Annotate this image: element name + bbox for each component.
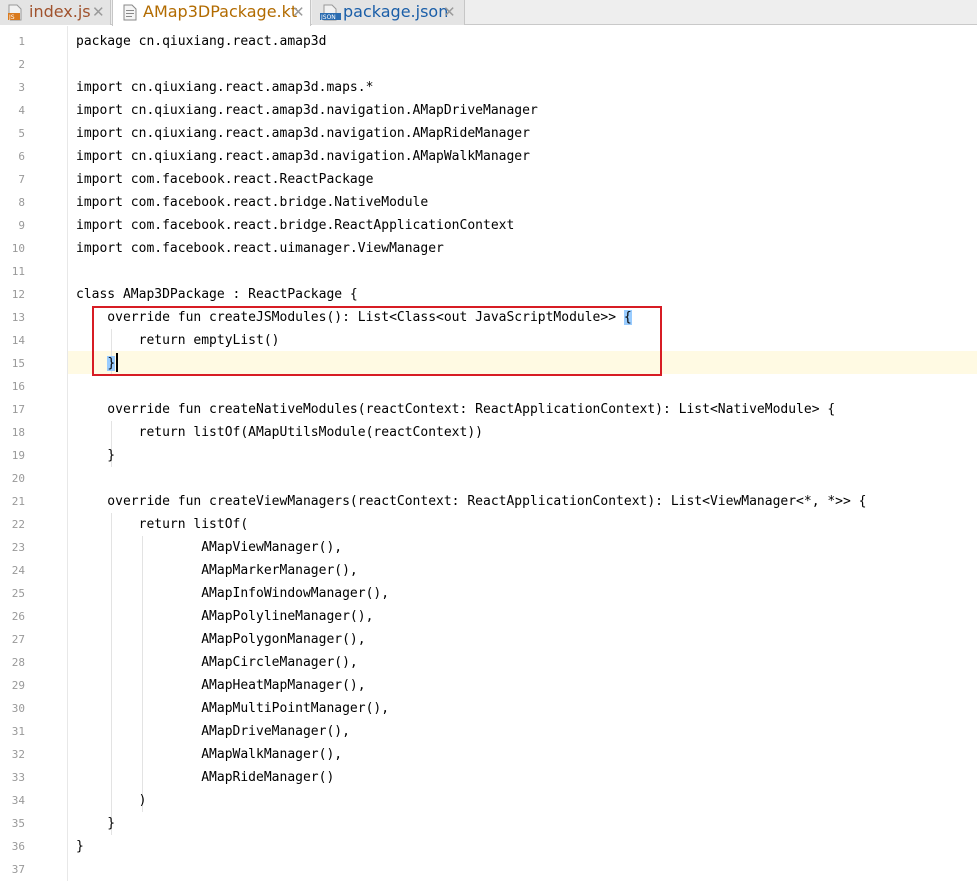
code-line: import com.facebook.react.uimanager.View… (76, 241, 444, 256)
code-text-area[interactable]: package cn.qiuxiang.react.amap3d import … (68, 26, 977, 881)
code-line: AMapPolylineManager(), (76, 609, 374, 624)
code-line: import cn.qiuxiang.react.amap3d.maps.* (76, 80, 374, 95)
line-number: 17 (11, 403, 25, 416)
code-line: AMapViewManager(), (76, 540, 343, 555)
line-number: 16 (11, 380, 25, 393)
line-number: 13 (11, 311, 25, 324)
code-line: AMapDriveManager(), (76, 724, 350, 739)
code-line: AMapMarkerManager(), (76, 563, 358, 578)
svg-text:JS: JS (8, 14, 15, 21)
line-number: 1 (18, 35, 25, 48)
line-number: 14 (11, 334, 25, 347)
line-number: 19 (11, 449, 25, 462)
code-line: AMapPolygonManager(), (76, 632, 366, 647)
line-number: 30 (11, 702, 25, 715)
close-icon[interactable]: ✕ (443, 0, 456, 24)
tab-label: AMap3DPackage.kt (143, 2, 298, 21)
line-number: 28 (11, 656, 25, 669)
code-line: AMapMultiPointManager(), (76, 701, 390, 716)
code-line: } (76, 448, 116, 463)
tab-label: package.json (343, 2, 449, 21)
code-line: import com.facebook.react.bridge.ReactAp… (76, 218, 515, 233)
line-number: 2 (18, 58, 25, 71)
line-number: 3 (18, 81, 25, 94)
line-number-gutter: 1 2 3 4 5 6 7 8 9 10 11 12 13 14 15 16 1… (0, 26, 68, 881)
code-line: override fun createNativeModules(reactCo… (76, 402, 836, 417)
code-line: } (76, 839, 84, 854)
line-number: 6 (18, 150, 25, 163)
ide-window: JS index.js ✕ AMap3DPackage.kt ✕ JSON pa… (0, 0, 977, 881)
line-number: 24 (11, 564, 25, 577)
line-number: 20 (11, 472, 25, 485)
line-number: 8 (18, 196, 25, 209)
svg-text:JSON: JSON (320, 14, 336, 21)
annotation-highlight-box (92, 306, 662, 376)
line-number: 21 (11, 495, 25, 508)
line-number: 18 (11, 426, 25, 439)
code-line: class AMap3DPackage : ReactPackage { (76, 287, 358, 302)
code-line: import com.facebook.react.bridge.NativeM… (76, 195, 429, 210)
code-line: import cn.qiuxiang.react.amap3d.navigati… (76, 103, 538, 118)
line-number: 9 (18, 219, 25, 232)
js-file-icon: JS (8, 4, 22, 21)
close-icon[interactable]: ✕ (292, 0, 305, 24)
line-number: 15 (11, 357, 25, 370)
line-number: 32 (11, 748, 25, 761)
line-number: 35 (11, 817, 25, 830)
tab-index-js[interactable]: JS index.js ✕ (0, 0, 111, 25)
code-editor[interactable]: 1 2 3 4 5 6 7 8 9 10 11 12 13 14 15 16 1… (0, 26, 977, 881)
code-line: } (76, 816, 116, 831)
editor-tab-bar: JS index.js ✕ AMap3DPackage.kt ✕ JSON pa… (0, 0, 977, 26)
line-number: 33 (11, 771, 25, 784)
code-line: AMapCircleManager(), (76, 655, 358, 670)
code-line: return listOf( (76, 517, 249, 532)
code-line: package cn.qiuxiang.react.amap3d (76, 34, 327, 49)
code-line: import com.facebook.react.ReactPackage (76, 172, 374, 187)
line-number: 27 (11, 633, 25, 646)
line-number: 37 (11, 863, 25, 876)
code-line: import cn.qiuxiang.react.amap3d.navigati… (76, 126, 530, 141)
line-number: 23 (11, 541, 25, 554)
line-number: 4 (18, 104, 25, 117)
line-number: 5 (18, 127, 25, 140)
line-number: 12 (11, 288, 25, 301)
json-file-icon: JSON (320, 4, 341, 21)
code-line: override fun createViewManagers(reactCon… (76, 494, 867, 509)
tab-label: index.js (29, 2, 91, 21)
line-number: 11 (11, 265, 25, 278)
kotlin-file-icon (123, 4, 137, 21)
line-number: 31 (11, 725, 25, 738)
tab-package-json[interactable]: JSON package.json ✕ (312, 0, 465, 25)
line-number: 22 (11, 518, 25, 531)
line-number: 36 (11, 840, 25, 853)
line-number: 25 (11, 587, 25, 600)
code-line: AMapInfoWindowManager(), (76, 586, 390, 601)
code-line: return listOf(AMapUtilsModule(reactConte… (76, 425, 483, 440)
line-number: 26 (11, 610, 25, 623)
code-line: AMapWalkManager(), (76, 747, 343, 762)
code-line: import cn.qiuxiang.react.amap3d.navigati… (76, 149, 530, 164)
code-line: AMapHeatMapManager(), (76, 678, 366, 693)
code-line: ) (76, 793, 147, 808)
line-number: 29 (11, 679, 25, 692)
code-line: AMapRideManager() (76, 770, 335, 785)
line-number: 7 (18, 173, 25, 186)
tab-amap3dpackage-kt[interactable]: AMap3DPackage.kt ✕ (112, 0, 311, 26)
close-icon[interactable]: ✕ (92, 0, 105, 24)
line-number: 34 (11, 794, 25, 807)
line-number: 10 (11, 242, 25, 255)
